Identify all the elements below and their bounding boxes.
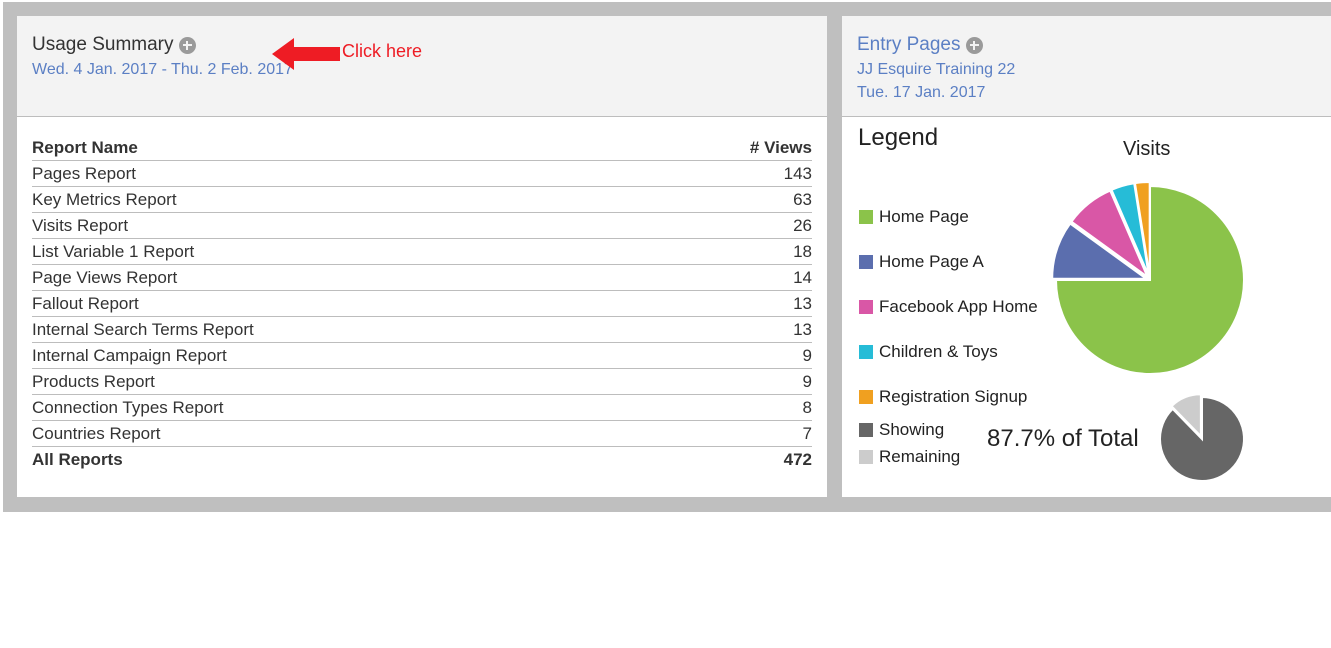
annotation-text: Click here	[342, 40, 423, 61]
report-name[interactable]: Products Report	[32, 368, 642, 395]
report-views: 143	[641, 160, 812, 187]
legend-label: Showing	[879, 420, 945, 439]
report-name[interactable]: Visits Report	[32, 212, 642, 239]
legend-label: Facebook App Home	[879, 297, 1038, 316]
table-row[interactable]: Pages Report 143	[32, 160, 812, 187]
legend-item: Children & Toys	[859, 342, 998, 362]
column-header-report-name: Report Name	[32, 135, 642, 161]
report-name[interactable]: Internal Search Terms Report	[32, 316, 642, 343]
report-views: 14	[641, 264, 812, 291]
report-views: 9	[641, 368, 812, 395]
legend-swatch	[859, 345, 873, 359]
table-row[interactable]: Internal Campaign Report 9	[32, 342, 812, 369]
legend-item: Showing	[859, 420, 944, 440]
report-name[interactable]: Pages Report	[32, 160, 642, 187]
report-views: 7	[641, 420, 812, 447]
usage-table: Report Name # Views Pages Report 143 Key M…	[32, 135, 812, 472]
legend-swatch	[859, 450, 873, 464]
table-total-row: All Reports 472	[32, 447, 812, 473]
entry-pages-date: Tue. 17 Jan. 2017	[857, 84, 986, 101]
report-name[interactable]: List Variable 1 Report	[32, 238, 642, 265]
showing-pie-chart	[1159, 393, 1245, 482]
usage-summary-panel: Usage Summary Wed. 4 Jan. 2017 - Thu. 2 …	[17, 16, 827, 497]
entry-pages-header: Entry Pages JJ Esquire Training 22 Tue. …	[842, 16, 1331, 117]
report-views: 26	[641, 212, 812, 239]
table-row[interactable]: Visits Report 26	[32, 212, 812, 239]
entry-pages-title[interactable]: Entry Pages	[857, 34, 961, 56]
report-views: 13	[641, 290, 812, 317]
chart-title: Visits	[1123, 138, 1171, 160]
legend-label: Home Page A	[879, 252, 984, 271]
report-views: 9	[641, 342, 812, 369]
percent-of-total: 87.7% of Total	[987, 425, 1139, 452]
table-row[interactable]: Key Metrics Report 63	[32, 186, 812, 213]
legend-label: Registration Signup	[879, 387, 1028, 406]
legend-title: Legend	[858, 124, 939, 151]
legend-item: Home Page A	[859, 252, 984, 272]
table-row[interactable]: Internal Search Terms Report 13	[32, 316, 812, 343]
legend-swatch	[859, 255, 873, 269]
legend-swatch	[859, 390, 873, 404]
report-name[interactable]: Fallout Report	[32, 290, 642, 317]
legend-label: Children & Toys	[879, 342, 998, 361]
report-suite-name: JJ Esquire Training 22	[857, 61, 1016, 78]
legend-item: Remaining	[859, 447, 960, 467]
report-name[interactable]: Internal Campaign Report	[32, 342, 642, 369]
legend-label: Remaining	[879, 447, 961, 466]
red-arrow-icon	[272, 38, 342, 70]
legend-label: Home Page	[879, 207, 969, 226]
pie-slice[interactable]	[1159, 395, 1245, 482]
report-views: 18	[641, 238, 812, 265]
report-name[interactable]: Connection Types Report	[32, 394, 642, 421]
table-row[interactable]: Countries Report 7	[32, 420, 812, 447]
table-header-row: Report Name # Views	[32, 135, 812, 161]
total-label: All Reports	[32, 449, 123, 469]
column-header-views: # Views	[641, 135, 812, 161]
usage-summary-header: Usage Summary Wed. 4 Jan. 2017 - Thu. 2 …	[17, 16, 827, 117]
legend-item: Facebook App Home	[859, 297, 1038, 317]
usage-summary-title: Usage Summary	[32, 34, 174, 55]
table-row[interactable]: Fallout Report 13	[32, 290, 812, 317]
legend-item: Home Page	[859, 207, 969, 227]
legend-swatch	[859, 210, 873, 224]
legend-swatch	[859, 300, 873, 314]
click-here-annotation: Click here	[272, 38, 422, 70]
add-plus-icon[interactable]	[178, 36, 196, 54]
table-row[interactable]: Connection Types Report 8	[32, 394, 812, 421]
report-views: 13	[641, 316, 812, 343]
visits-pie-chart	[1051, 181, 1245, 375]
legend-item: Registration Signup	[859, 387, 1027, 407]
table-row[interactable]: List Variable 1 Report 18	[32, 238, 812, 265]
report-name[interactable]: Key Metrics Report	[32, 186, 642, 213]
table-row[interactable]: Page Views Report 14	[32, 264, 812, 291]
legend-swatch	[859, 423, 873, 437]
total-views: 472	[783, 449, 812, 469]
report-name[interactable]: Countries Report	[32, 420, 642, 447]
add-plus-icon[interactable]	[965, 36, 983, 54]
report-name[interactable]: Page Views Report	[32, 264, 642, 291]
report-views: 63	[641, 186, 812, 213]
report-views: 8	[641, 394, 812, 421]
table-row[interactable]: Products Report 9	[32, 368, 812, 395]
